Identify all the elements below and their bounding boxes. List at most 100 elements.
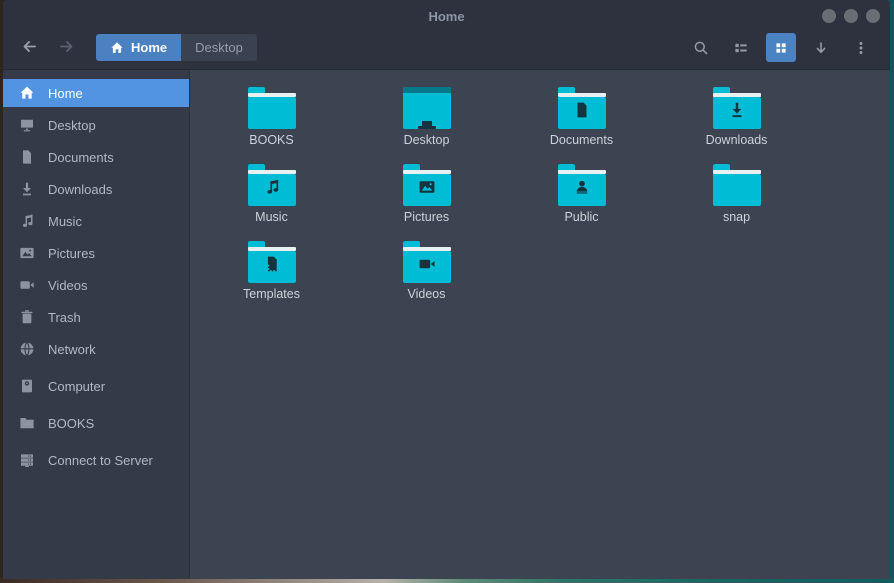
list-view-icon — [733, 40, 749, 56]
template-emblem-icon — [263, 255, 281, 273]
back-arrow-icon — [21, 38, 38, 58]
sidebar-item-network[interactable]: Network — [3, 335, 189, 363]
breadcrumb-label: Home — [131, 40, 167, 55]
folder-snap[interactable]: snap — [659, 164, 814, 241]
forward-arrow-icon — [58, 38, 75, 58]
folder-templates[interactable]: Templates — [194, 241, 349, 318]
folder-icon — [403, 87, 451, 129]
music-emblem-icon — [263, 178, 281, 196]
home-icon — [19, 85, 35, 101]
video-emblem-icon — [418, 255, 436, 273]
sidebar-item-videos[interactable]: Videos — [3, 271, 189, 299]
file-grid: BOOKS Desktop Documents Downloads Music Pictu… — [190, 70, 890, 579]
window-dot-icon[interactable] — [844, 9, 858, 23]
picture-emblem-icon — [418, 178, 436, 196]
down-arrow-icon — [813, 40, 829, 56]
home-icon — [110, 41, 124, 55]
sidebar-item-label: Home — [48, 86, 83, 101]
file-manager-window: Home Home Desktop Home Desktop Documents Dow… — [3, 0, 890, 579]
folder-public[interactable]: Public — [504, 164, 659, 241]
music-icon — [19, 213, 35, 229]
sidebar-item-label: BOOKS — [48, 416, 94, 431]
folder-pictures[interactable]: Pictures — [349, 164, 504, 241]
computer-icon — [19, 378, 35, 394]
sidebar-item-desktop[interactable]: Desktop — [3, 111, 189, 139]
folder-icon — [248, 87, 296, 129]
sidebar-item-label: Music — [48, 214, 82, 229]
sidebar-item-computer[interactable]: Computer — [3, 372, 189, 400]
server-icon — [19, 452, 35, 468]
sidebar-item-connect-to-server[interactable]: Connect to Server — [3, 446, 189, 474]
sidebar-item-label: Desktop — [48, 118, 96, 133]
window-dot-icon[interactable] — [822, 9, 836, 23]
breadcrumb-label: Desktop — [195, 40, 243, 55]
window-controls — [822, 0, 880, 32]
sort-download-button[interactable] — [806, 33, 836, 62]
folder-videos[interactable]: Videos — [349, 241, 504, 318]
folder-label: BOOKS — [249, 134, 293, 148]
folder-icon — [403, 241, 451, 283]
kebab-icon — [853, 40, 869, 56]
sidebar-item-home[interactable]: Home — [3, 79, 189, 107]
sidebar-item-label: Network — [48, 342, 96, 357]
sidebar-item-label: Pictures — [48, 246, 95, 261]
folder-label: Public — [564, 211, 598, 225]
sidebar-item-label: Downloads — [48, 182, 112, 197]
sidebar-item-documents[interactable]: Documents — [3, 143, 189, 171]
sidebar-item-label: Connect to Server — [48, 453, 153, 468]
search-button[interactable] — [686, 33, 716, 62]
folder-label: Pictures — [404, 211, 449, 225]
folder-label: Desktop — [404, 134, 450, 148]
sidebar: Home Desktop Documents Downloads Music Pictur… — [3, 70, 190, 579]
document-emblem-icon — [573, 101, 591, 119]
folder-icon — [713, 164, 761, 206]
header: Home Home Desktop — [3, 0, 890, 70]
titlebar[interactable]: Home — [3, 0, 890, 32]
person-emblem-icon — [573, 178, 591, 196]
back-button[interactable] — [15, 34, 43, 62]
grid-view-button[interactable] — [766, 33, 796, 62]
breadcrumb-desktop[interactable]: Desktop — [181, 34, 257, 61]
content: Home Desktop Documents Downloads Music Pictur… — [3, 70, 890, 579]
network-icon — [19, 341, 35, 357]
folder-label: Videos — [408, 288, 446, 302]
folder-icon — [713, 87, 761, 129]
folder-label: Documents — [550, 134, 613, 148]
folder-icon — [248, 241, 296, 283]
forward-button[interactable] — [52, 34, 80, 62]
folder-downloads[interactable]: Downloads — [659, 87, 814, 164]
list-view-button[interactable] — [726, 33, 756, 62]
sidebar-item-pictures[interactable]: Pictures — [3, 239, 189, 267]
folder-books[interactable]: BOOKS — [194, 87, 349, 164]
sidebar-item-label: Videos — [48, 278, 88, 293]
window-title: Home — [428, 9, 464, 24]
toolbar: Home Desktop — [3, 32, 890, 69]
nav-buttons — [15, 34, 80, 62]
folder-label: snap — [723, 211, 750, 225]
download-emblem-icon — [728, 101, 746, 119]
sidebar-item-books[interactable]: BOOKS — [3, 409, 189, 437]
sidebar-item-label: Documents — [48, 150, 114, 165]
download-icon — [19, 181, 35, 197]
folder-icon — [19, 415, 35, 431]
document-icon — [19, 149, 35, 165]
sidebar-item-downloads[interactable]: Downloads — [3, 175, 189, 203]
sidebar-item-label: Trash — [48, 310, 81, 325]
sidebar-item-trash[interactable]: Trash — [3, 303, 189, 331]
menu-button[interactable] — [846, 33, 876, 62]
folder-label: Music — [255, 211, 288, 225]
grid-view-icon — [773, 40, 789, 56]
folder-desktop[interactable]: Desktop — [349, 87, 504, 164]
desktop-icon — [19, 117, 35, 133]
folder-music[interactable]: Music — [194, 164, 349, 241]
breadcrumb: Home Desktop — [96, 34, 257, 61]
folder-icon — [248, 164, 296, 206]
folder-icon — [403, 164, 451, 206]
window-dot-icon[interactable] — [866, 9, 880, 23]
search-icon — [693, 40, 709, 56]
folder-documents[interactable]: Documents — [504, 87, 659, 164]
breadcrumb-home[interactable]: Home — [96, 34, 181, 61]
sidebar-item-music[interactable]: Music — [3, 207, 189, 235]
video-icon — [19, 277, 35, 293]
sidebar-item-label: Computer — [48, 379, 105, 394]
